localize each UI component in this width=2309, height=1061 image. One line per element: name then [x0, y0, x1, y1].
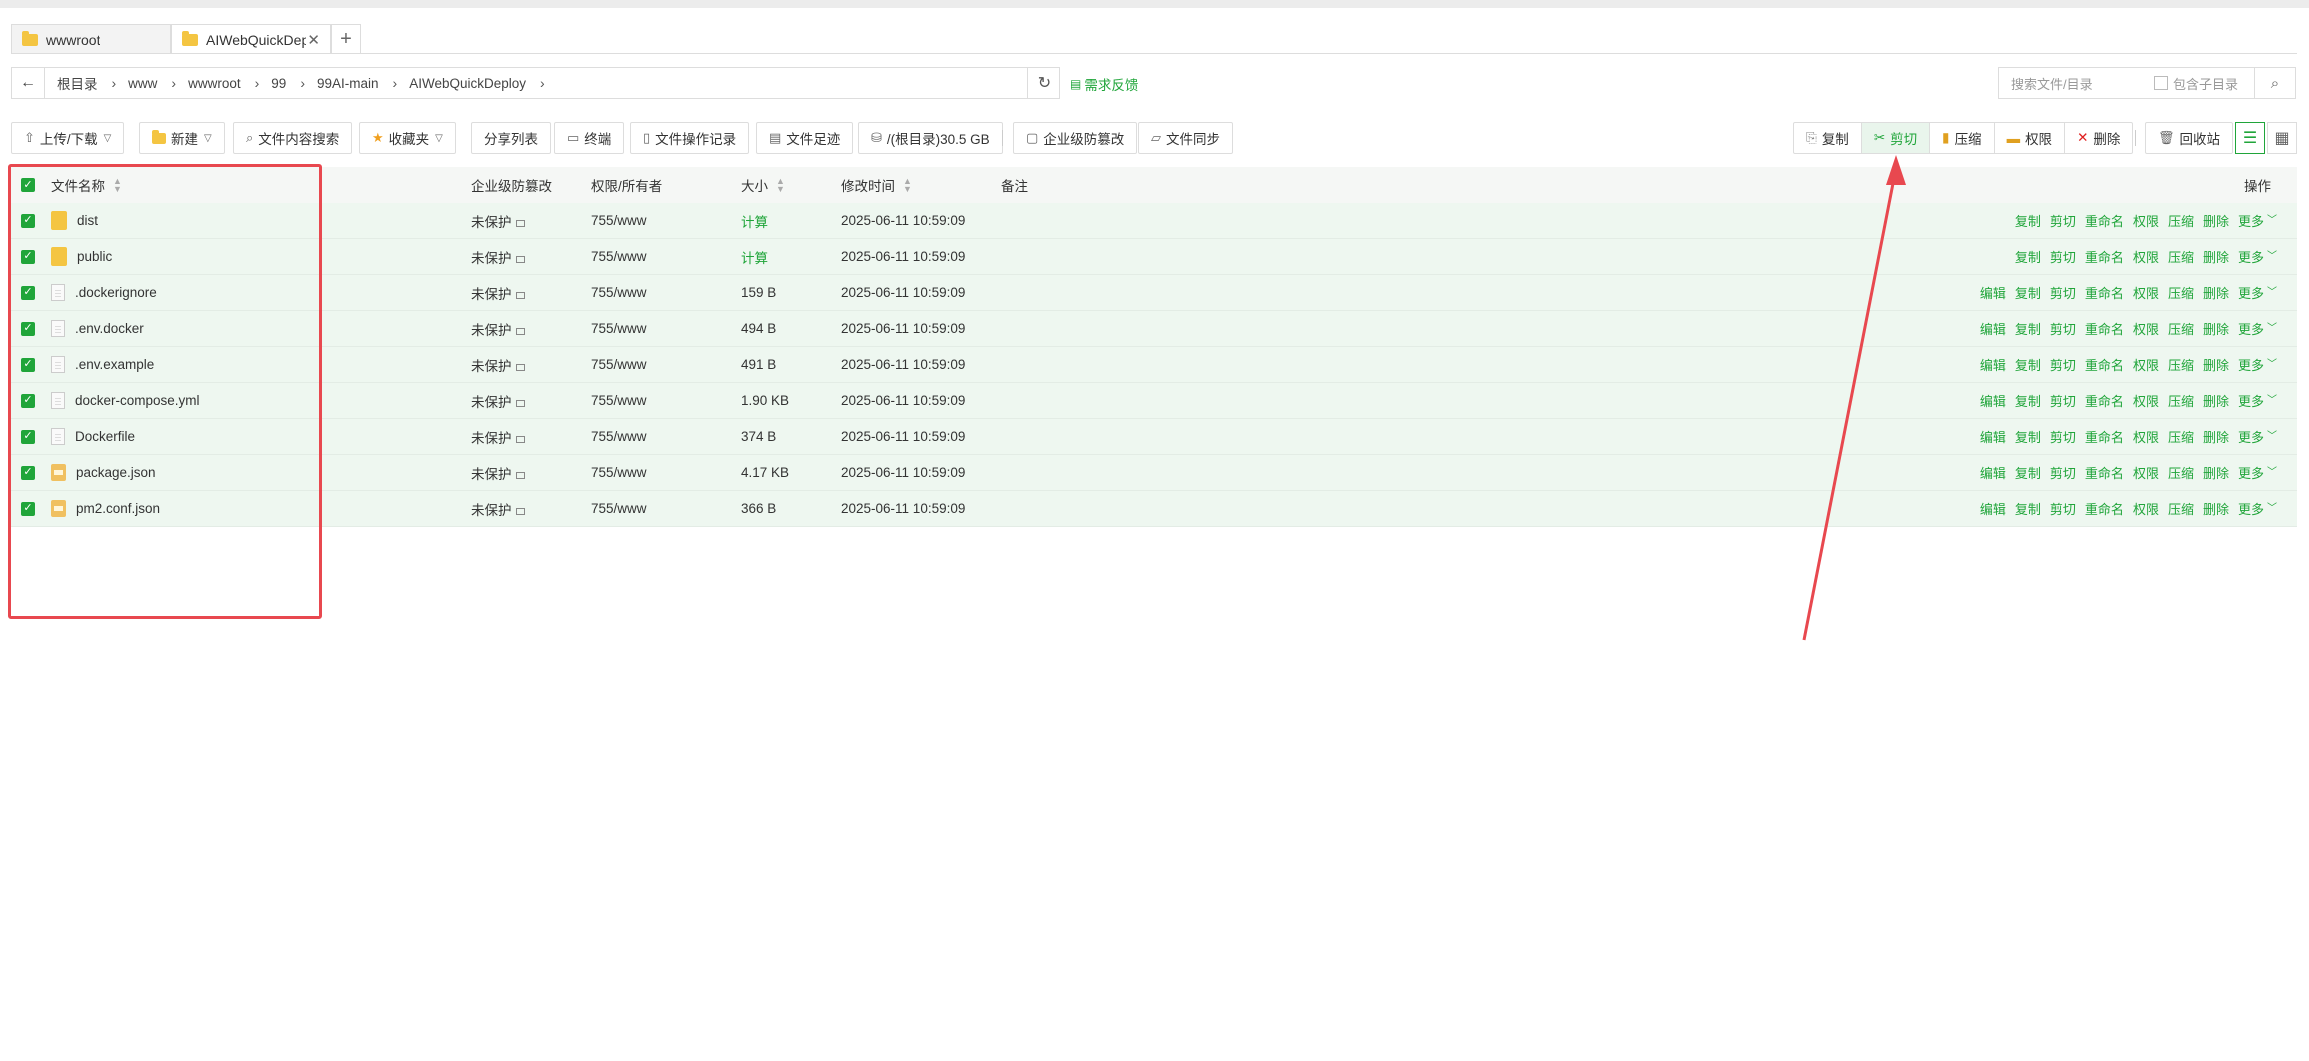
annotation-arrow: [1802, 155, 1906, 641]
